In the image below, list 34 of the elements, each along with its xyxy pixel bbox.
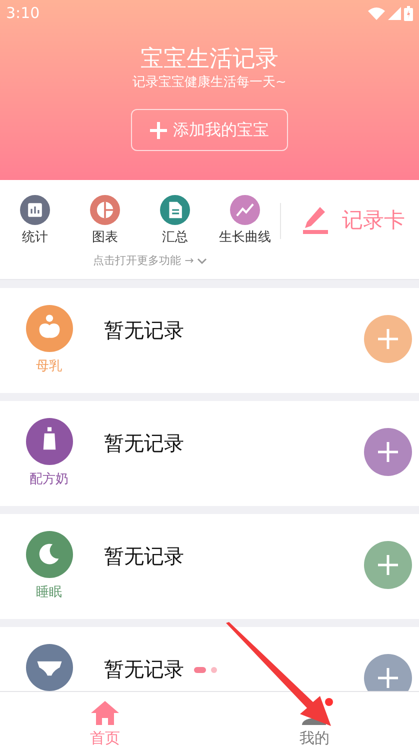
app-title: 宝宝生活记录 (140, 45, 280, 74)
quick-action-button[interactable]: 汇总 (140, 195, 210, 248)
add-record-button[interactable] (364, 315, 412, 363)
more-functions-hint[interactable]: 点击打开更多功能 → (93, 252, 194, 269)
page-dots-icon (194, 666, 220, 674)
pencil-icon (303, 207, 328, 234)
home-icon (90, 700, 119, 724)
record-status: 暂无记录 (104, 430, 184, 457)
plus-icon (378, 442, 398, 462)
quick-action-button[interactable]: 统计 (0, 195, 70, 248)
plus-icon (150, 122, 167, 138)
status-time: 3:10 (6, 2, 40, 24)
record-type-label: 配方奶 (30, 471, 68, 489)
plus-icon (378, 668, 398, 688)
battery-icon (404, 6, 413, 20)
wifi-icon (368, 6, 385, 20)
nav-tab[interactable]: 首页 (0, 692, 210, 751)
record-type-label: 睡眠 (36, 584, 62, 602)
record-status: 暂无记录 (104, 656, 184, 683)
chevron-down-icon[interactable] (196, 258, 207, 264)
add-record-button[interactable] (364, 541, 412, 589)
add-record-button[interactable] (364, 654, 412, 691)
record-status: 暂无记录 (104, 317, 184, 344)
quick-action-button[interactable]: 图表 (70, 195, 140, 248)
add-baby-button[interactable]: 添加我的宝宝 (131, 109, 288, 151)
plus-icon (378, 555, 398, 575)
signal-icon (388, 6, 401, 20)
quick-action-button[interactable]: 生长曲线 (210, 195, 280, 248)
add-record-button[interactable] (364, 428, 412, 476)
record-type-label: 母乳 (36, 358, 62, 376)
app-subtitle: 记录宝宝健康生活每一天~ (132, 74, 288, 92)
plus-icon (378, 329, 398, 349)
record-status: 暂无记录 (104, 543, 184, 570)
record-card-button[interactable]: 记录卡 (303, 205, 405, 236)
